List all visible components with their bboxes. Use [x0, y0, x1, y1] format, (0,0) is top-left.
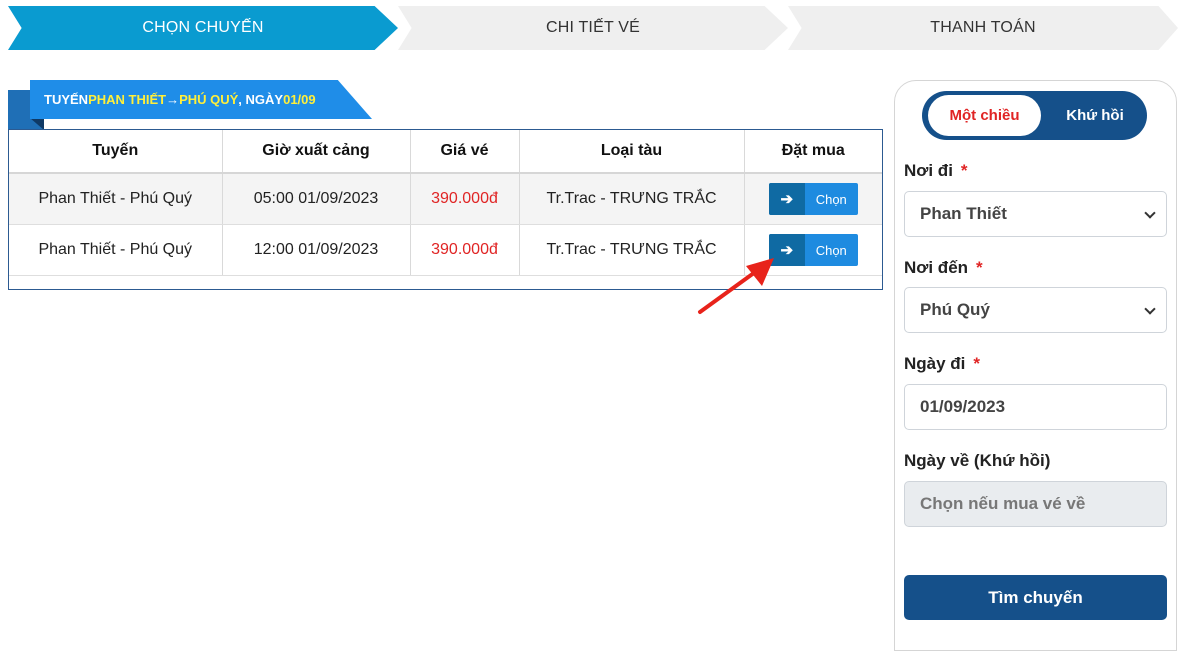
depart-date-value: 01/09/2023 — [920, 397, 1006, 416]
cell-price: 390.000đ — [410, 224, 520, 276]
from-label-text: Nơi đi — [904, 161, 953, 180]
return-date-label: Ngày về (Khứ hồi) — [904, 451, 1050, 471]
banner-from: PHAN THIẾT — [88, 92, 167, 107]
step-label: CHỌN CHUYẾN — [142, 19, 264, 36]
choose-trip-button[interactable]: ➔ Chọn — [768, 183, 858, 215]
trip-type-toggle: Một chiều Khứ hồi — [922, 91, 1147, 140]
banner-arrow: → — [166, 92, 180, 107]
return-date-input[interactable]: Chọn nếu mua vé về — [904, 481, 1167, 527]
depart-date-input[interactable]: 01/09/2023 — [904, 384, 1167, 430]
required-mark: * — [960, 161, 968, 180]
depart-label-text: Ngày đi — [904, 354, 966, 373]
cell-route: Phan Thiết - Phú Quý — [9, 173, 223, 225]
cell-action: ➔ Chọn — [744, 173, 882, 225]
header-action: Đặt mua — [744, 130, 882, 174]
header-price: Giá vé — [410, 130, 520, 174]
one-way-option[interactable]: Một chiều — [928, 95, 1041, 136]
header-route: Tuyến — [9, 130, 223, 174]
cell-departure: 05:00 01/09/2023 — [222, 173, 411, 225]
header-departure: Giờ xuất cảng — [222, 130, 411, 174]
banner-to: PHÚ QUÝ — [179, 92, 239, 107]
round-trip-option[interactable]: Khứ hồi — [1047, 95, 1143, 136]
to-label: Nơi đến * — [904, 258, 983, 278]
required-mark: * — [973, 354, 981, 373]
from-value: Phan Thiết — [920, 204, 1007, 223]
search-trips-label: Tìm chuyến — [988, 587, 1083, 607]
to-value: Phú Quý — [920, 300, 990, 319]
required-mark: * — [976, 258, 983, 277]
arrow-right-icon: ➔ — [768, 183, 805, 215]
to-label-text: Nơi đến — [904, 258, 969, 277]
depart-date-label: Ngày đi * — [904, 354, 980, 374]
cell-price: 390.000đ — [410, 173, 520, 225]
step-payment[interactable]: THANH TOÁN — [788, 6, 1178, 50]
step-label: CHI TIẾT VÉ — [545, 19, 641, 36]
step-choose-trip[interactable]: CHỌN CHUYẾN — [8, 6, 398, 50]
table-row: Phan Thiết - Phú Quý 05:00 01/09/2023 39… — [9, 173, 882, 225]
return-date-placeholder: Chọn nếu mua vé về — [920, 494, 1086, 513]
cell-vessel: Tr.Trac - TRƯNG TRẮC — [519, 173, 745, 225]
from-select[interactable]: Phan Thiết — [904, 191, 1167, 237]
banner-date: 01/09 — [283, 92, 316, 107]
cell-route: Phan Thiết - Phú Quý — [9, 224, 223, 276]
table-header-row: Tuyến Giờ xuất cảng Giá vé Loại tàu Đặt … — [9, 130, 882, 174]
banner-prefix: TUYẾN — [44, 92, 89, 107]
cell-departure: 12:00 01/09/2023 — [222, 224, 411, 276]
search-trips-button[interactable]: Tìm chuyến — [904, 575, 1167, 620]
step-ticket-details[interactable]: CHI TIẾT VÉ — [398, 6, 788, 50]
choose-label: Chọn — [815, 242, 847, 258]
route-banner: TUYẾN PHAN THIẾT → PHÚ QUÝ , NGÀY 01/09 — [30, 80, 372, 119]
step-label: THANH TOÁN — [930, 19, 1036, 36]
banner-date-prefix: , NGÀY — [238, 92, 284, 107]
from-label: Nơi đi * — [904, 161, 968, 181]
header-vessel: Loại tàu — [519, 130, 745, 174]
choose-label: Chọn — [815, 191, 847, 207]
annotation-arrow-icon — [698, 258, 774, 314]
to-select[interactable]: Phú Quý — [904, 287, 1167, 333]
return-label-text: Ngày về (Khứ hồi) — [904, 451, 1051, 470]
